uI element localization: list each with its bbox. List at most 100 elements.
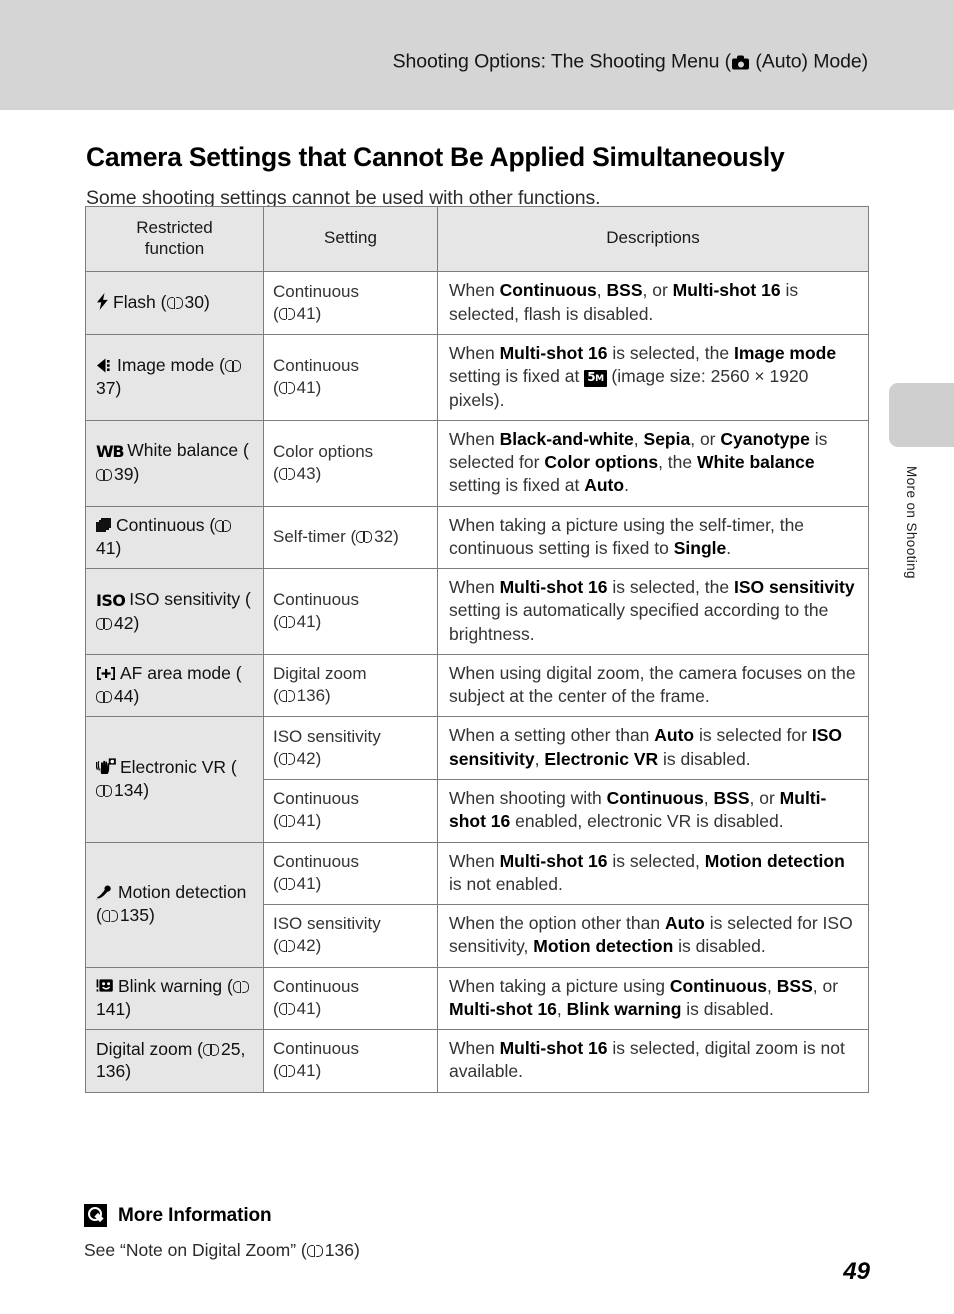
description-cell: When shooting with Continuous, BSS, or M… (437, 778, 869, 843)
setting-cell: Continuous(41) (263, 334, 438, 421)
restricted-function-ref-number: 30 (184, 292, 204, 313)
restricted-function-ref-number: 134 (114, 779, 144, 800)
table-row: Flash (30) Continuous(41) When Continuous,… (85, 271, 869, 335)
table-row: Digital zoom (25, 136) Continuous(41) When… (85, 1029, 869, 1093)
book-icon (166, 297, 183, 310)
setting-label: Continuous (273, 851, 360, 871)
flash-icon (96, 293, 109, 311)
description-cell: When taking a picture using Continuous, … (437, 966, 869, 1031)
column-header-restricted-function-label: Restricted function (136, 218, 213, 258)
restricted-function-cell: Flash (30) (85, 271, 264, 335)
table-row: Continuous (41) Self-timer (32) When takin… (85, 505, 869, 570)
setting-label: Continuous (273, 281, 360, 301)
table-row: Blink warning (141) Continuous(41) When ta… (85, 966, 869, 1031)
setting-cell: Continuous(41) (263, 1029, 438, 1093)
book-icon (278, 1002, 295, 1015)
restricted-function-cell: Blink warning (141) (85, 966, 264, 1031)
restricted-function-ref-number: 39 (114, 464, 134, 485)
description-cell: When Multi-shot 16 is selected, digital … (437, 1029, 869, 1093)
description-cell: When taking a picture using the self-tim… (437, 505, 869, 570)
setting-page-ref: (41) (273, 998, 322, 1018)
restricted-function-page-ref: (30) (160, 292, 210, 313)
white-balance-icon: WB (96, 442, 125, 462)
motion-detection-icon (94, 883, 114, 903)
setting-cell: Digital zoom(136) (263, 653, 438, 718)
book-icon (278, 752, 295, 765)
restricted-function-label: Electronic VR (120, 757, 227, 778)
restricted-function-label: Motion detection (118, 882, 247, 903)
setting-page-ref: (43) (273, 463, 322, 483)
table-row: WB White balance (39) Color options(43) Whe… (85, 419, 869, 507)
image-size-badge: 5M (584, 370, 607, 388)
setting-ref-number: 41 (296, 811, 316, 831)
setting-label: Continuous (273, 976, 360, 996)
restricted-function-label: ISO sensitivity (129, 588, 241, 609)
iso-icon: ISO (96, 590, 126, 610)
setting-cell: Continuous(41) (263, 778, 438, 843)
setting-ref-number: 41 (296, 377, 316, 397)
continuous-frames-icon (96, 518, 112, 533)
setting-label: Self-timer (273, 526, 346, 546)
setting-page-ref: (41) (273, 1061, 322, 1081)
description-cell: When using digital zoom, the camera focu… (437, 653, 869, 718)
electronic-vr-icon (95, 758, 116, 775)
more-information-title: More Information (118, 1204, 272, 1226)
setting-label: Continuous (273, 589, 360, 609)
image-mode-icon (96, 356, 113, 373)
book-icon (306, 1245, 323, 1257)
lightbulb-icon (84, 1204, 107, 1227)
restricted-function-ref-number: 141 (96, 998, 126, 1019)
setting-label: Continuous (273, 1039, 360, 1059)
book-icon (278, 940, 295, 953)
book-icon (96, 617, 112, 630)
restricted-function-ref-number: 44 (114, 686, 134, 707)
setting-label: Color options (273, 441, 374, 461)
restricted-function-cell: WB White balance (39) (85, 419, 264, 507)
restricted-function-cell: Image mode (37) (85, 334, 264, 421)
setting-cell: Continuous(41) (263, 966, 438, 1031)
table-header-row: Restricted function Setting Descriptions (85, 205, 869, 273)
running-head-text: Shooting Options: The Shooting Menu ( (A… (393, 51, 869, 74)
column-header-setting: Setting (263, 205, 438, 273)
restricted-function-cell: ISO ISO sensitivity (42) (85, 568, 264, 655)
setting-cell: Self-timer (32) (263, 505, 438, 570)
setting-ref-number: 43 (296, 463, 316, 483)
book-icon (278, 616, 295, 629)
setting-cell: Continuous(41) (263, 271, 438, 335)
setting-ref-number: 41 (296, 612, 316, 632)
page-title: Camera Settings that Cannot Be Applied S… (86, 141, 785, 172)
table-row: Electronic VR (134) ISO sensitivity(42) Wh… (85, 716, 869, 843)
book-icon (96, 691, 112, 704)
table-row: Image mode (37) Continuous(41) When Multi-… (85, 334, 869, 421)
restricted-function-ref-number: 42 (114, 612, 134, 633)
setting-page-ref: (41) (273, 811, 322, 831)
setting-cell: ISO sensitivity(42) (263, 904, 438, 968)
side-tab-block (889, 383, 954, 447)
book-icon (203, 1043, 219, 1056)
more-information-text-after: ) (353, 1240, 360, 1260)
setting-cell: Continuous(41) (263, 841, 438, 906)
setting-cell: Continuous(41) (263, 568, 438, 655)
restricted-function-page-ref: (135) (96, 905, 155, 926)
setting-page-ref: (41) (273, 303, 322, 323)
book-icon (96, 784, 112, 797)
restricted-function-label: Blink warning (118, 976, 223, 997)
book-icon (232, 981, 249, 994)
setting-ref-number: 41 (296, 873, 316, 893)
setting-page-ref: (136) (273, 686, 331, 706)
setting-ref-number: 42 (296, 936, 316, 956)
restricted-function-cell: Electronic VR (134) (85, 716, 264, 843)
column-header-descriptions: Descriptions (437, 205, 869, 273)
book-icon (278, 1065, 295, 1078)
setting-label: ISO sensitivity (273, 914, 381, 934)
book-icon (278, 307, 295, 320)
restricted-function-cell: Motion detection (135) (85, 841, 264, 968)
restricted-function-ref-number: 41 (96, 537, 116, 558)
setting-label: Continuous (273, 355, 360, 375)
setting-ref-number: 41 (296, 998, 316, 1018)
table-row: AF area mode (44) Digital zoom(136) When u… (85, 653, 869, 718)
description-cell: When Black-and-white, Sepia, or Cyanotyp… (437, 419, 869, 507)
restricted-function-label: AF area mode (120, 663, 231, 684)
side-tab-label: More on Shooting (904, 466, 919, 579)
book-icon (278, 381, 295, 394)
